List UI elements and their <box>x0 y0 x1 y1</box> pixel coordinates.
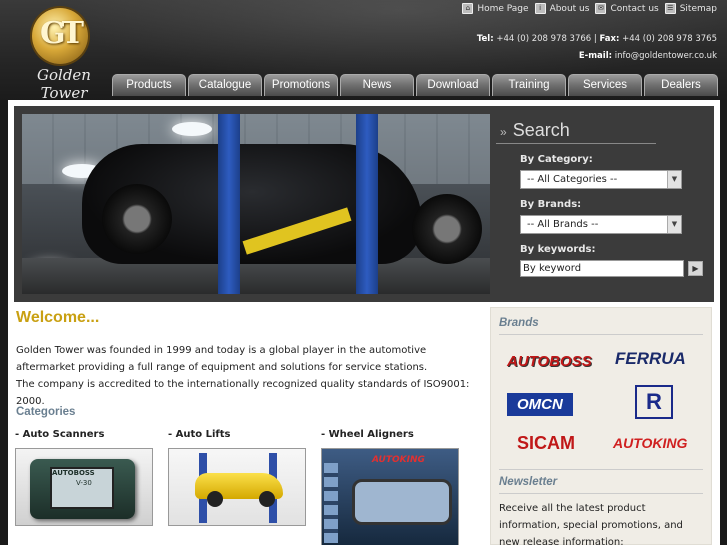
nav-news[interactable]: News <box>340 74 414 96</box>
category-wheel-aligners[interactable]: - Wheel Aligners AUTOKING <box>321 429 459 545</box>
contact-us-label: Contact us <box>610 3 659 14</box>
nav-download[interactable]: Download <box>416 74 490 96</box>
nav-promotions[interactable]: Promotions <box>264 74 338 96</box>
hero-banner: » Search By Category: -- All Categories -… <box>14 106 714 302</box>
divider <box>499 469 703 470</box>
email-line: E-mail: info@goldentower.co.uk <box>578 51 717 61</box>
brand-select[interactable]: -- All Brands -- ▼ <box>520 215 682 234</box>
brand-logo-omcn[interactable]: OMCN <box>507 393 573 416</box>
category-label: By Category: <box>520 154 593 165</box>
search-panel: » Search By Category: -- All Categories -… <box>496 120 706 277</box>
category-auto-lifts[interactable]: - Auto Lifts <box>168 429 306 526</box>
category-title[interactable]: - Auto Scanners <box>15 429 153 440</box>
ceiling-lamp <box>172 122 212 136</box>
category-title[interactable]: - Auto Lifts <box>168 429 306 440</box>
home-page-label: Home Page <box>477 3 529 14</box>
brand-logo-ferrua[interactable]: FERRUA <box>615 349 686 369</box>
chevron-down-icon: ▼ <box>667 216 681 233</box>
search-heading: » Search <box>496 120 656 144</box>
nav-dealers[interactable]: Dealers <box>644 74 718 96</box>
accreditation-paragraph: The company is accredited to the interna… <box>16 379 470 407</box>
intro-paragraph: Golden Tower was founded in 1999 and tod… <box>16 345 428 373</box>
info-icon: i <box>534 3 546 14</box>
divider <box>499 493 703 494</box>
category-title[interactable]: - Wheel Aligners <box>321 429 459 440</box>
intro-text: Golden Tower was founded in 1999 and tod… <box>16 342 486 410</box>
newsletter-heading: Newsletter <box>499 476 558 488</box>
phone-line: Tel: +44 (0) 208 978 3766 | Fax: +44 (0)… <box>476 34 717 44</box>
brands-heading: Brands <box>499 317 539 329</box>
main-nav: Products Catalogue Promotions News Downl… <box>112 74 718 96</box>
sidebar: Brands AUTOBOSS FERRUA OMCN R SICAM AUTO… <box>490 307 712 545</box>
lift-post <box>356 114 378 294</box>
fax-number: +44 (0) 208 978 3765 <box>622 34 717 44</box>
mail-icon: ✉ <box>595 3 607 14</box>
tel-number: +44 (0) 208 978 3766 <box>496 34 592 44</box>
keywords-label: By keywords: <box>520 244 596 255</box>
play-arrow-icon: ▶ <box>692 264 699 273</box>
sitemap-label: Sitemap <box>679 3 717 14</box>
brands-label: By Brands: <box>520 199 582 210</box>
auto-scanner-image[interactable]: AUTOBOSS V-30 <box>15 448 153 526</box>
car-wheel <box>102 184 172 254</box>
contact-info: Tel: +44 (0) 208 978 3766 | Fax: +44 (0)… <box>477 31 717 65</box>
category-select[interactable]: -- All Categories -- ▼ <box>520 170 682 189</box>
category-auto-scanners[interactable]: - Auto Scanners AUTOBOSS V-30 <box>15 429 153 526</box>
nav-catalogue[interactable]: Catalogue <box>188 74 262 96</box>
email-link[interactable]: info@goldentower.co.uk <box>615 51 717 61</box>
nav-training[interactable]: Training <box>492 74 566 96</box>
double-chevron-icon: » <box>500 125 507 139</box>
main-content: » Search By Category: -- All Categories -… <box>8 100 720 545</box>
brand-logo-autoboss[interactable]: AUTOBOSS <box>507 353 592 370</box>
logo-wordmark: Golden Tower <box>37 66 91 102</box>
brand-logo-autoking[interactable]: AUTOKING <box>613 435 687 451</box>
search-go-button[interactable]: ▶ <box>688 261 703 276</box>
sitemap-link[interactable]: ☰ Sitemap <box>664 3 717 14</box>
contact-us-link[interactable]: ✉ Contact us <box>595 3 659 14</box>
home-icon: ⌂ <box>462 3 474 14</box>
site-header: GT Golden Tower ⌂ Home Page i About us ✉… <box>0 0 727 102</box>
wheel-aligner-image[interactable]: AUTOKING <box>321 448 459 545</box>
nav-products[interactable]: Products <box>112 74 186 96</box>
sitemap-icon: ☰ <box>664 3 676 14</box>
categories-heading: Categories <box>16 406 76 418</box>
keyword-input[interactable]: By keyword <box>520 260 684 277</box>
auto-lift-image[interactable] <box>168 448 306 526</box>
utility-links: ⌂ Home Page i About us ✉ Contact us ☰ Si… <box>462 3 717 14</box>
brand-logos: AUTOBOSS FERRUA OMCN R SICAM AUTOKING <box>491 335 711 455</box>
brand-logo-sicam[interactable]: SICAM <box>517 433 575 454</box>
chevron-down-icon: ▼ <box>667 171 681 188</box>
newsletter-text: Receive all the latest product informati… <box>499 503 683 545</box>
nav-services[interactable]: Services <box>568 74 642 96</box>
about-us-link[interactable]: i About us <box>534 3 590 14</box>
logo-letters: GT <box>40 16 84 51</box>
home-page-link[interactable]: ⌂ Home Page <box>462 3 529 14</box>
welcome-heading: Welcome... <box>16 309 100 326</box>
about-us-label: About us <box>549 3 590 14</box>
lift-post <box>218 114 240 294</box>
brand-logo-r[interactable]: R <box>635 385 673 419</box>
garage-photo <box>22 114 490 294</box>
site-logo[interactable]: GT Golden Tower <box>18 8 106 102</box>
car-wheel <box>412 194 482 264</box>
